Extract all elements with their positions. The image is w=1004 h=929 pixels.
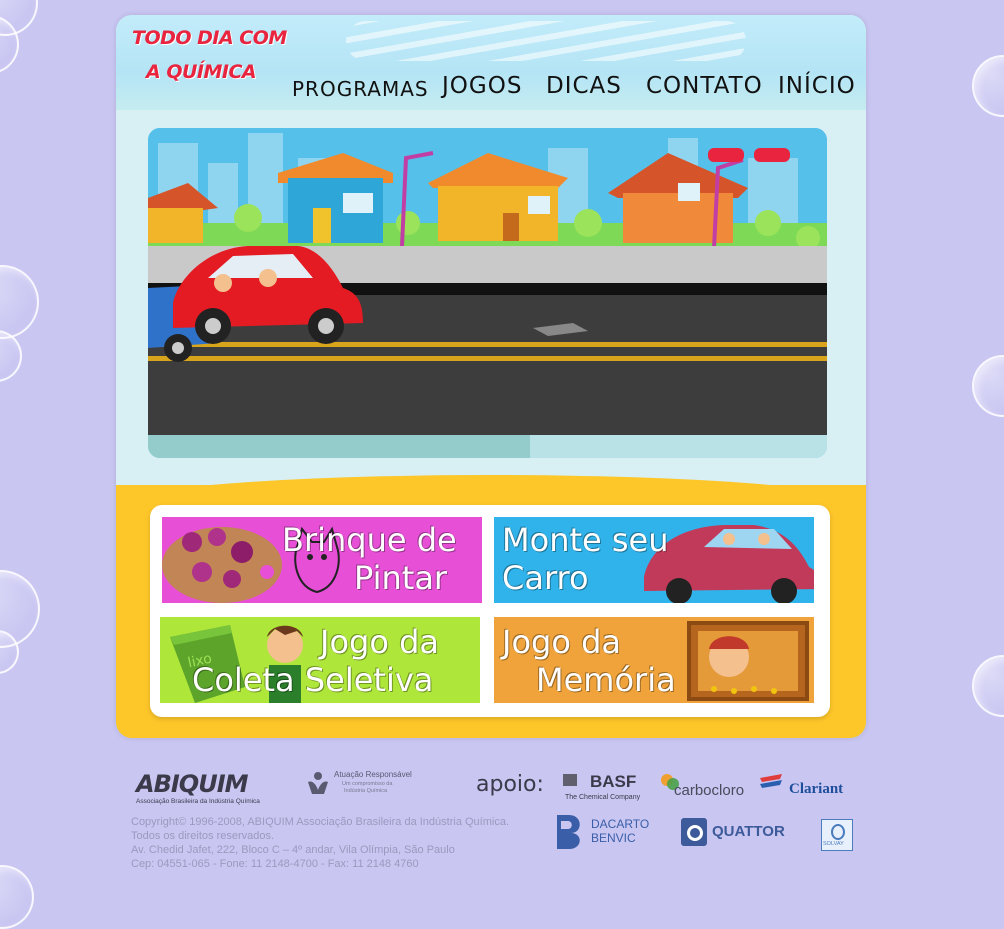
- game-tile-jogo-da-memoria[interactable]: Jogo da Memória: [494, 617, 814, 703]
- site-footer: ABIQUIM Associação Brasileira da Indústr…: [0, 760, 1004, 893]
- tile-brinque-line1: Brinque de: [282, 521, 457, 559]
- footer-copyright: Copyright© 1996-2008, ABIQUIM Associação…: [131, 816, 510, 828]
- tile-line-2: Pintar: [354, 559, 448, 597]
- nav-contato[interactable]: CONTATO: [646, 73, 763, 99]
- atuacao-title: Atuação Responsável: [334, 770, 412, 779]
- decorative-bubble: [972, 355, 1004, 417]
- sponsor-quattor[interactable]: QUATTOR: [681, 818, 791, 848]
- decorative-bubble: [972, 55, 1004, 117]
- hands-icon: [308, 772, 328, 794]
- support-label: apoio:: [476, 772, 544, 797]
- stage-progress-bar: [148, 435, 530, 458]
- main-nav: PROGRAMAS JOGOS DICAS CONTATO INÍCIO: [292, 73, 866, 103]
- memory-card-icon: [687, 621, 809, 701]
- abiquim-logo[interactable]: ABIQUIM Associação Brasileira da Indústr…: [136, 770, 276, 806]
- abiquim-logo-sub: Associação Brasileira da Indústria Quími…: [136, 798, 260, 805]
- footer-rights: Todos os direitos reservados.: [131, 830, 275, 842]
- benvic-text: BENVIC: [591, 831, 636, 845]
- carbocloro-text: carbocloro: [674, 782, 745, 799]
- tile-line-1: Brinque de: [282, 523, 457, 557]
- solvay-symbol: [831, 824, 845, 840]
- logo-line-2[interactable]: A QUÍMICA: [146, 61, 257, 83]
- games-panel: Brinque de Pintar Monte seu Carro lixo J…: [150, 505, 830, 717]
- decorative-bubble: [972, 655, 1004, 717]
- sponsor-carbocloro[interactable]: carbocloro: [660, 772, 750, 802]
- atuacao-responsavel-logo[interactable]: Atuação Responsável Um compromisso da In…: [306, 770, 416, 806]
- dacarto-icon: [557, 815, 580, 849]
- decorative-bubble: [0, 265, 39, 339]
- nav-jogos[interactable]: JOGOS: [442, 73, 522, 99]
- tile-line-1: Monte seu: [502, 521, 669, 559]
- nav-programas[interactable]: PROGRAMAS: [292, 77, 429, 101]
- game-tile-brinque-de-pintar[interactable]: Brinque de Pintar: [162, 517, 482, 603]
- solvay-text: SOLVAY: [823, 841, 844, 847]
- nav-dicas[interactable]: DICAS: [546, 73, 622, 99]
- game-stage[interactable]: [148, 128, 827, 458]
- logo-line-1[interactable]: TODO DIA COM: [132, 27, 287, 49]
- game-tile-monte-seu-carro[interactable]: Monte seu Carro: [494, 517, 814, 603]
- clariant-icon: [760, 774, 782, 788]
- dacarto-text: DACARTO: [591, 817, 650, 831]
- road-line-1: [148, 342, 827, 347]
- paint-palette-icon: [162, 527, 282, 603]
- site-header: TODO DIA COM A QUÍMICA PROGRAMAS JOGOS D…: [116, 15, 866, 110]
- basf-square-icon: [563, 774, 577, 786]
- decorative-bubble: [0, 330, 22, 382]
- footer-phones: Cep: 04551-065 - Fone: 11 2148-4700 - Fa…: [131, 858, 419, 870]
- clariant-text: Clariant: [789, 781, 844, 797]
- tile-line-2: Memória: [536, 661, 676, 699]
- sponsor-solvay[interactable]: SOLVAY: [821, 819, 853, 851]
- tile-line-1: Jogo da: [502, 623, 621, 661]
- street-scene-illustration: [148, 128, 827, 435]
- basf-text: BASF: [590, 772, 637, 791]
- abiquim-logo-text: ABIQUIM: [136, 770, 249, 798]
- atuacao-sub-1: Um compromisso da: [342, 781, 393, 787]
- stage-bar-remainder: [530, 435, 827, 458]
- nav-inicio[interactable]: INÍCIO: [778, 73, 856, 99]
- tile-line-1: Jogo da: [320, 623, 439, 661]
- quattor-text: QUATTOR: [712, 823, 785, 840]
- tile-line-2: Carro: [502, 559, 589, 597]
- sponsor-basf[interactable]: BASF The Chemical Company: [563, 772, 647, 804]
- road-line-2: [148, 356, 827, 361]
- main-card: TODO DIA COM A QUÍMICA PROGRAMAS JOGOS D…: [116, 15, 866, 738]
- sponsor-clariant[interactable]: Clariant: [758, 772, 853, 802]
- quattor-icon-ring: [687, 825, 703, 841]
- tile-line-2: Coleta Seletiva: [192, 661, 434, 699]
- game-tile-coleta-seletiva[interactable]: lixo Jogo da Coleta Seletiva: [160, 617, 480, 703]
- footer-address: Av. Chedid Jafet, 222, Bloco C – 4º anda…: [131, 844, 455, 856]
- basf-sub: The Chemical Company: [565, 794, 641, 801]
- sponsor-dacarto-benvic[interactable]: DACARTO BENVIC: [555, 813, 655, 853]
- atuacao-sub-2: Indústria Química: [344, 788, 388, 794]
